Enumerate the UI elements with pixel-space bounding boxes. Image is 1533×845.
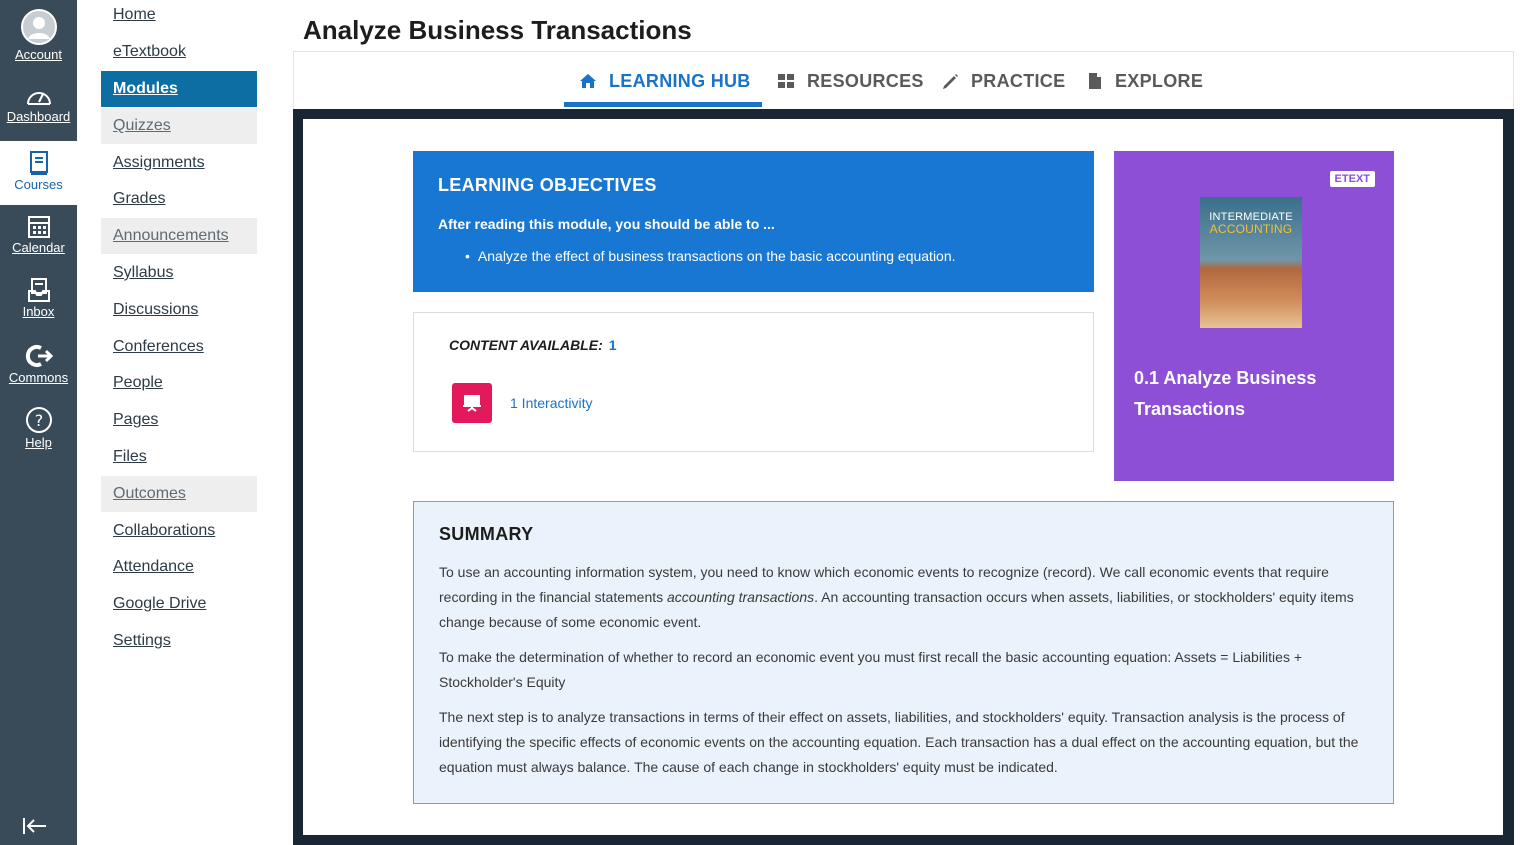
calendar-icon — [27, 216, 50, 238]
book-cover-image: INTERMEDIATE ACCOUNTING — [1200, 197, 1302, 328]
global-nav-inbox[interactable]: Inbox — [0, 277, 77, 319]
course-nav-pages[interactable]: Pages — [101, 405, 257, 441]
course-nav-files[interactable]: Files — [101, 442, 257, 478]
global-nav-help[interactable]: ? Help — [0, 406, 77, 450]
tab-explore-label: EXPLORE — [1115, 70, 1204, 91]
course-nav-assignments[interactable]: Assignments — [101, 148, 257, 184]
course-nav-conferences[interactable]: Conferences — [101, 332, 257, 368]
global-nav-dashboard-label: Dashboard — [6, 109, 71, 124]
tab-resources[interactable]: RESOURCES — [777, 67, 924, 95]
content-available-label: CONTENT AVAILABLE: 1 — [449, 337, 617, 353]
file-icon — [1089, 73, 1101, 89]
course-nav-google-drive[interactable]: Google Drive — [101, 589, 257, 625]
learning-objectives-heading: LEARNING OBJECTIVES — [438, 175, 657, 195]
content-available-text: CONTENT AVAILABLE: — [449, 337, 603, 353]
global-nav-help-label: Help — [25, 435, 52, 450]
interactivity-item[interactable]: 1 Interactivity — [452, 383, 592, 423]
course-nav-collaborations[interactable]: Collaborations — [101, 516, 257, 552]
course-nav-syllabus[interactable]: Syllabus — [101, 258, 257, 294]
pencil-icon — [943, 74, 958, 89]
global-nav-account[interactable]: Account — [0, 8, 77, 62]
learning-objectives-list: Analyze the effect of business transacti… — [465, 248, 1069, 264]
collapse-nav-button[interactable] — [22, 816, 48, 841]
summary-panel: SUMMARY To use an accounting information… — [413, 501, 1394, 804]
summary-heading: SUMMARY — [439, 524, 534, 544]
page-title: Analyze Business Transactions — [303, 15, 692, 45]
summary-paragraph-2: To make the determination of whether to … — [439, 649, 1303, 690]
course-nav-attendance[interactable]: Attendance — [101, 552, 257, 588]
etext-title[interactable]: 0.1 Analyze Business Transactions — [1134, 363, 1374, 425]
summary-p1-emphasis: accounting transactions — [667, 589, 815, 605]
learning-objectives-panel: LEARNING OBJECTIVES After reading this m… — [413, 151, 1094, 292]
book-icon — [29, 151, 48, 175]
course-nav-etextbook[interactable]: eTextbook — [101, 37, 257, 73]
svg-text:?: ? — [34, 411, 43, 430]
course-nav-people[interactable]: People — [101, 368, 257, 404]
etext-badge: ETEXT — [1329, 171, 1375, 187]
global-nav: Account Dashboard Courses Calendar Inbox… — [0, 0, 77, 845]
avatar-icon — [20, 9, 57, 45]
dashboard-icon — [26, 92, 51, 105]
content-available-panel: CONTENT AVAILABLE: 1 1 Interactivity — [413, 312, 1094, 452]
tab-active-indicator — [564, 102, 762, 107]
global-nav-commons-label: Commons — [8, 370, 69, 385]
global-nav-commons[interactable]: Commons — [0, 343, 77, 385]
home-icon — [580, 74, 596, 88]
book-cover-title-line2: ACCOUNTING — [1209, 222, 1293, 236]
summary-paragraph-1: To use an accounting information system,… — [439, 560, 1368, 635]
global-nav-calendar-label: Calendar — [12, 240, 65, 255]
inbox-icon — [27, 278, 50, 302]
help-icon: ? — [25, 407, 52, 433]
course-nav-quizzes[interactable]: Quizzes — [101, 108, 257, 144]
interactivity-link[interactable]: 1 Interactivity — [510, 395, 592, 411]
global-nav-account-label: Account — [15, 47, 62, 62]
learning-objective-item: Analyze the effect of business transacti… — [465, 248, 1069, 264]
content-frame: LEARNING OBJECTIVES After reading this m… — [293, 109, 1514, 845]
course-nav-discussions[interactable]: Discussions — [101, 295, 257, 331]
content-available-count: 1 — [608, 337, 617, 353]
global-nav-courses[interactable]: Courses — [0, 141, 77, 205]
course-nav-modules[interactable]: Modules — [101, 71, 257, 107]
commons-icon — [25, 345, 53, 367]
course-nav-grades[interactable]: Grades — [101, 184, 257, 220]
global-nav-courses-label: Courses — [14, 177, 63, 192]
content-frame-inner: LEARNING OBJECTIVES After reading this m… — [303, 119, 1503, 835]
global-nav-inbox-label: Inbox — [22, 304, 55, 319]
tab-resources-label: RESOURCES — [807, 70, 924, 91]
summary-paragraph-3: The next step is to analyze transactions… — [439, 709, 1359, 775]
tab-practice[interactable]: PRACTICE — [941, 67, 1065, 95]
tab-explore[interactable]: EXPLORE — [1087, 67, 1203, 95]
collapse-arrow-icon — [23, 818, 46, 834]
tab-bar: LEARNING HUB RESOURCES PRACTICE EXPLORE — [293, 51, 1514, 109]
course-nav-home[interactable]: Home — [101, 0, 257, 36]
global-nav-dashboard[interactable]: Dashboard — [0, 86, 77, 124]
tab-learning-hub[interactable]: LEARNING HUB — [579, 67, 751, 95]
presentation-icon — [452, 383, 492, 423]
grid-icon — [778, 74, 794, 88]
course-nav-outcomes[interactable]: Outcomes — [101, 476, 257, 512]
course-nav-settings[interactable]: Settings — [101, 626, 257, 662]
global-nav-calendar[interactable]: Calendar — [0, 213, 77, 255]
etext-card[interactable]: ETEXT INTERMEDIATE ACCOUNTING 0.1 Analyz… — [1114, 151, 1394, 481]
tab-practice-label: PRACTICE — [971, 70, 1066, 91]
course-nav-announcements[interactable]: Announcements — [101, 218, 257, 254]
tab-learning-hub-label: LEARNING HUB — [609, 70, 751, 91]
learning-objectives-intro: After reading this module, you should be… — [438, 216, 775, 232]
